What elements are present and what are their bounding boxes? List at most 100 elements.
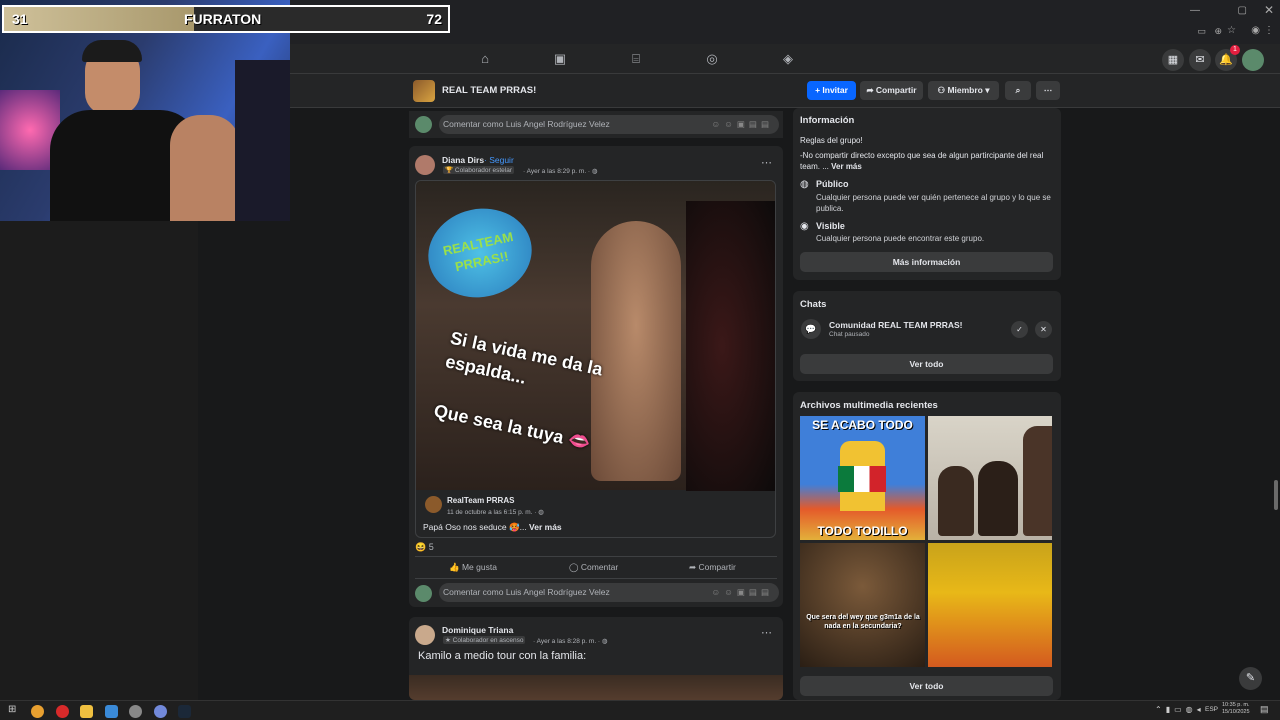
notification-center-icon[interactable]: ▤ (1260, 704, 1269, 715)
badge-text: Colaborador en ascenso (452, 637, 524, 644)
chat-name[interactable]: Comunidad REAL TEAM PRRAS! (829, 320, 962, 330)
post-author[interactable]: Dominique Triana (442, 625, 513, 635)
check-icon[interactable]: ✓ (1011, 321, 1028, 338)
clock-time: 10:35 p. m. (1222, 702, 1250, 708)
clock[interactable]: 10:35 p. m. 15/10/2025 (1222, 702, 1250, 716)
chats-see-all-button[interactable]: Ver todo (800, 354, 1053, 374)
gaming-icon[interactable]: ◈ (780, 51, 796, 67)
comment-tools-icon[interactable]: ☺☺▣▤▤ (712, 583, 773, 602)
contributor-badge: 🏆 Colaborador estelar (443, 166, 514, 174)
taskbar: ⊞ ⌃▮▭◍◂ ESP 10:35 p. m. 15/10/2025 ▤ (0, 700, 1280, 720)
dismiss-icon[interactable]: ✕ (1035, 321, 1052, 338)
post-more-icon[interactable]: ⋯ (761, 626, 772, 639)
media-thumb-4[interactable] (928, 543, 1052, 667)
commenter-avatar (415, 585, 432, 602)
post-card: Dominique Triana ★ Colaborador en ascens… (409, 617, 783, 700)
star-icon[interactable]: ☆ (1227, 25, 1236, 36)
notification-badge: 1 (1230, 45, 1240, 55)
webcam-overlay (0, 0, 290, 221)
more-info-button[interactable]: Más información (800, 252, 1053, 272)
group-avatar[interactable] (413, 80, 435, 102)
photo-person (938, 466, 974, 536)
shared-group-avatar[interactable] (425, 496, 442, 513)
app-icon[interactable] (105, 705, 118, 718)
author-avatar[interactable] (415, 155, 435, 175)
share-post-label: Compartir (698, 562, 736, 572)
author-avatar[interactable] (415, 625, 435, 645)
member-button[interactable]: ⚇ Miembro ▾ (928, 81, 999, 100)
media-see-all-button[interactable]: Ver todo (800, 676, 1053, 696)
post-author[interactable]: Diana Dirs (442, 155, 484, 165)
media-thumb-1[interactable]: SE ACABO TODO TODO TODILLO (800, 416, 925, 540)
groups-icon[interactable]: ◎ (704, 51, 720, 67)
menu-grid-icon[interactable]: ▦ (1162, 49, 1184, 71)
chrome-icon[interactable] (31, 705, 44, 718)
shared-from[interactable]: RealTeam PRRAS (447, 496, 514, 505)
post-card: Diana Dirs · Seguir 🏆 Colaborador estela… (409, 146, 783, 607)
webcam-chair (235, 60, 290, 221)
like-button[interactable]: 👍 Me gusta (449, 562, 497, 573)
see-more-link[interactable]: Ver más (529, 522, 562, 532)
close-icon[interactable]: ✕ (1264, 3, 1274, 17)
group-name[interactable]: REAL TEAM PRRAS! (442, 85, 536, 96)
messenger-icon[interactable]: ✉ (1189, 49, 1211, 71)
chat-bubble-icon: 💬 (801, 319, 821, 339)
cast-icon[interactable]: ▭ (1197, 26, 1206, 37)
reactions[interactable]: 😆 5 (415, 542, 434, 553)
shared-post[interactable]: REALTEAM PRRAS!! Si la vida me da la esp… (415, 180, 776, 538)
scrollbar[interactable] (1274, 480, 1278, 510)
marketplace-icon[interactable]: ⌸ (628, 51, 644, 67)
visible-title: Visible (816, 221, 845, 231)
score-right: 72 (426, 11, 442, 27)
windows-icon[interactable]: ⊞ (8, 704, 16, 715)
share-post-button[interactable]: ➦ Compartir (689, 562, 736, 573)
account-avatar[interactable] (1242, 49, 1264, 71)
video-icon[interactable]: ▣ (552, 51, 568, 67)
commenter-avatar (415, 116, 432, 133)
folder-icon[interactable] (80, 705, 93, 718)
media-thumb-3[interactable]: Que sera del wey que g3m1a de la nada en… (800, 543, 925, 667)
mexico-flag (838, 466, 886, 492)
shared-time-text: 11 de octubre a las 6:15 p. m. (447, 509, 533, 516)
language-indicator[interactable]: ESP (1205, 706, 1218, 713)
home-icon[interactable]: ⌂ (477, 51, 493, 67)
zoom-icon[interactable]: ⊕ (1214, 26, 1222, 37)
profile-icon[interactable]: ◉ (1251, 25, 1260, 36)
shared-time: 11 de octubre a las 6:15 p. m. · ◍ (447, 509, 544, 516)
post-time[interactable]: · Ayer a las 8:29 p. m. · ◍ (523, 167, 598, 175)
more-options-icon[interactable]: ⋯ (1036, 81, 1060, 100)
minimize-icon[interactable]: — (1190, 5, 1200, 16)
post-time[interactable]: · Ayer a las 8:28 p. m. · ◍ (533, 637, 608, 645)
comment-tools-icon[interactable]: ☺☺▣▤▤ (712, 115, 773, 134)
invite-button[interactable]: + Invitar (807, 81, 856, 100)
webcam-arm (170, 115, 240, 221)
eye-icon: ◉ (800, 221, 809, 232)
comment-input[interactable]: Comentar como Luis Angel Rodríguez Velez… (439, 115, 779, 134)
follow-link[interactable]: · Seguir (484, 155, 514, 165)
obs-icon[interactable] (129, 705, 142, 718)
score-left: 31 (12, 11, 28, 27)
discord-icon[interactable] (154, 705, 167, 718)
comment-label: Comentar (580, 562, 619, 572)
video-thumbnail[interactable]: REALTEAM PRRAS!! Si la vida me da la esp… (416, 181, 775, 491)
maximize-icon[interactable]: ▢ (1238, 5, 1247, 16)
search-icon[interactable]: ⌕ (1005, 81, 1031, 100)
steam-icon[interactable] (178, 705, 191, 718)
media-thumb-2[interactable] (928, 416, 1052, 540)
info-title: Información (800, 115, 855, 126)
compose-icon[interactable]: ✎ (1239, 667, 1262, 690)
post-time-text: Ayer a las 8:29 p. m. (526, 168, 587, 175)
comment-button[interactable]: ◯ Comentar (569, 562, 618, 573)
menu-icon[interactable]: ⋮ (1264, 25, 1274, 36)
tray-icons[interactable]: ⌃▮▭◍◂ (1155, 705, 1205, 714)
scoreboard: 31 FURRATON 72 (2, 5, 450, 33)
post-more-icon[interactable]: ⋯ (761, 156, 772, 169)
share-button[interactable]: ➦ Compartir (860, 81, 923, 100)
video-figure-dark (686, 201, 775, 491)
public-title: Público (816, 179, 849, 189)
post-image[interactable] (409, 675, 783, 700)
opera-icon[interactable] (56, 705, 69, 718)
comment-input[interactable]: Comentar como Luis Angel Rodríguez Velez… (439, 583, 779, 602)
visible-desc: Cualquier persona puede encontrar este g… (816, 234, 985, 243)
rules-see-more[interactable]: Ver más (831, 162, 862, 171)
